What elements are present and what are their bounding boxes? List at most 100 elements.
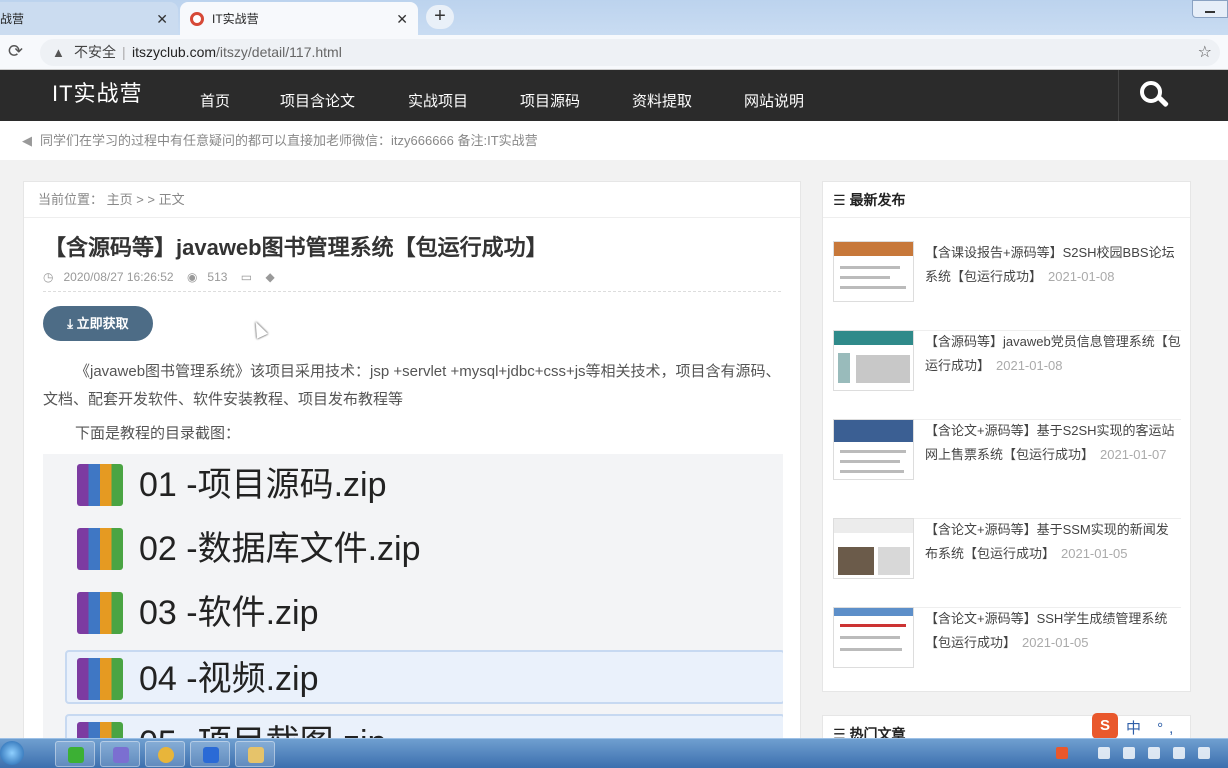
- sogou-ime-icon[interactable]: S: [1092, 713, 1118, 739]
- article-meta: ◷ 2020/08/27 16:26:52 ◉ 513 ▭ ◆: [43, 270, 781, 292]
- post-title[interactable]: 【含课设报告+源码等】S2SH校园BBS论坛系统【包运行成功】 2021-01-0…: [925, 241, 1181, 289]
- post-title[interactable]: 【含论文+源码等】基于S2SH实现的客运站网上售票系统【包运行成功】 2021-0…: [925, 419, 1181, 467]
- start-button[interactable]: [0, 741, 24, 765]
- chrome-icon: [158, 747, 174, 763]
- zip-file-name: 01 -项目源码.zip: [139, 466, 387, 504]
- url-text[interactable]: itszyclub.com/itszy/detail/117.html: [132, 39, 342, 66]
- nav-practical-projects[interactable]: 实战项目: [408, 90, 468, 111]
- app-icon: [113, 747, 129, 763]
- minimize-window-button[interactable]: [1192, 0, 1228, 18]
- close-tab-icon[interactable]: ✕: [156, 11, 168, 28]
- zip-file-row: 01 -项目源码.zip: [73, 458, 783, 512]
- notice-text: 同学们在学习的过程中有任意疑问的都可以直接加老师微信：itzy666666 备注…: [40, 133, 538, 148]
- taskbar-explorer-button[interactable]: [235, 741, 275, 767]
- url-path: /itszy/detail/117.html: [216, 44, 342, 60]
- url-separator: |: [122, 44, 126, 60]
- folder-icon[interactable]: ▭: [241, 270, 252, 284]
- zip-file-row-selected: 04 -视频.zip: [65, 650, 783, 704]
- archive-icon: [77, 658, 123, 700]
- breadcrumb: 当前位置： 主页 > > 正文: [24, 182, 800, 218]
- get-now-button[interactable]: ⤓ 立即获取: [43, 306, 153, 341]
- zip-file-name: 02 -数据库文件.zip: [139, 530, 421, 568]
- post-date: 2021-01-07: [1100, 447, 1167, 462]
- latest-posts-panel: ☰ 最新发布 【含课设报告+源码等】S2SH校园BBS论坛系统【包运行成功】 202…: [822, 181, 1191, 692]
- nav-projects-with-paper[interactable]: 项目含论文: [280, 90, 355, 111]
- nav-home[interactable]: 首页: [200, 90, 230, 111]
- article-intro: 《javaweb图书管理系统》该项目采用技术：jsp +servlet +mys…: [43, 363, 781, 408]
- archive-icon: [77, 528, 123, 570]
- post-title[interactable]: 【含论文+源码等】SSH学生成绩管理系统【包运行成功】 2021-01-05: [925, 607, 1181, 655]
- address-bar[interactable]: ▲ 不安全 | itszyclub.com/itszy/detail/117.h…: [40, 39, 1220, 66]
- toc-screenshot: 01 -项目源码.zip 02 -数据库文件.zip 03 -软件.zip 04…: [43, 454, 783, 744]
- tag-icon[interactable]: ◆: [265, 270, 274, 284]
- download-icon: ⤓: [67, 316, 74, 331]
- zip-file-row: 02 -数据库文件.zip: [73, 522, 783, 576]
- tab-title: IT实战营: [212, 12, 259, 26]
- site-navbar: IT实战营 首页 项目含论文 实战项目 项目源码 资料提取 网站说明: [0, 70, 1228, 121]
- network-flag-icon[interactable]: [1123, 747, 1135, 759]
- post-thumbnail[interactable]: [833, 518, 914, 579]
- warning-icon[interactable]: ▲: [52, 39, 65, 66]
- notice-bar: ◀ 同学们在学习的过程中有任意疑问的都可以直接加老师微信：itzy666666 备…: [0, 121, 1228, 160]
- url-host: itszyclub.com: [132, 44, 217, 60]
- latest-post-item[interactable]: 【含论文+源码等】SSH学生成绩管理系统【包运行成功】 2021-01-05: [833, 607, 1181, 697]
- nav-site-info[interactable]: 网站说明: [744, 90, 804, 111]
- sogou-tray-icon[interactable]: [1056, 747, 1068, 759]
- latest-posts-heading: ☰ 最新发布: [823, 182, 1190, 218]
- toc-intro: 下面是教程的目录截图：: [75, 425, 241, 442]
- browser-tab-active[interactable]: IT实战营 ✕: [180, 2, 418, 35]
- post-date: 2021-01-08: [996, 358, 1063, 373]
- browser-tab-inactive[interactable]: 战营 ✕: [0, 2, 178, 35]
- latest-post-item[interactable]: 【含论文+源码等】基于SSM实现的新闻发布系统【包运行成功】 2021-01-05: [833, 518, 1181, 608]
- taskbar-chrome-button[interactable]: [145, 741, 185, 767]
- latest-post-item[interactable]: 【含源码等】javaweb党员信息管理系统【包运行成功】 2021-01-08: [833, 330, 1181, 420]
- latest-post-item[interactable]: 【含课设报告+源码等】S2SH校园BBS论坛系统【包运行成功】 2021-01-0…: [833, 241, 1181, 331]
- site-favicon-icon: [190, 11, 204, 26]
- zip-file-name: 04 -视频.zip: [139, 660, 319, 698]
- taskbar-wechat-button[interactable]: [55, 741, 95, 767]
- reload-icon[interactable]: ⟳: [8, 41, 23, 62]
- site-logo[interactable]: IT实战营: [52, 76, 143, 108]
- post-thumbnail[interactable]: [833, 330, 914, 391]
- post-date: 2021-01-05: [1022, 635, 1089, 650]
- post-title[interactable]: 【含源码等】javaweb党员信息管理系统【包运行成功】 2021-01-08: [925, 330, 1181, 378]
- post-title[interactable]: 【含论文+源码等】基于SSM实现的新闻发布系统【包运行成功】 2021-01-05: [925, 518, 1181, 566]
- bookmark-star-icon[interactable]: ☆: [1198, 39, 1212, 66]
- eye-icon: ◉: [186, 270, 198, 284]
- close-tab-icon[interactable]: ✕: [396, 11, 408, 28]
- latest-posts-title: 最新发布: [849, 192, 906, 208]
- article-panel: 当前位置： 主页 > > 正文 【含源码等】javaweb图书管理系统【包运行成…: [23, 181, 801, 751]
- post-thumbnail[interactable]: [833, 241, 914, 302]
- insecure-label[interactable]: 不安全: [74, 39, 116, 66]
- keyboard-icon[interactable]: [1198, 747, 1210, 759]
- ime-mode-label[interactable]: 中 °,: [1126, 717, 1179, 738]
- post-title-text: 【含论文+源码等】基于SSM实现的新闻发布系统【包运行成功】: [925, 522, 1169, 561]
- search-icon[interactable]: [1138, 79, 1170, 111]
- zip-file-row: 03 -软件.zip: [73, 586, 783, 640]
- article-datetime: 2020/08/27 16:26:52: [63, 270, 174, 284]
- nav-project-source[interactable]: 项目源码: [520, 90, 580, 111]
- nav-resource-extract[interactable]: 资料提取: [632, 90, 692, 111]
- address-toolbar: ⟳ ▲ 不安全 | itszyclub.com/itszy/detail/117…: [0, 35, 1228, 70]
- list-icon: ☰: [833, 192, 846, 208]
- tray-arrow-icon[interactable]: [1098, 747, 1110, 759]
- clock-icon: ◷: [43, 270, 54, 284]
- volume-icon[interactable]: [1173, 747, 1185, 759]
- tray-app-icon[interactable]: [1148, 747, 1160, 759]
- tab-title: 战营: [0, 12, 25, 26]
- taskbar-app-button[interactable]: [190, 741, 230, 767]
- archive-icon: [77, 592, 123, 634]
- new-tab-button[interactable]: +: [426, 5, 454, 29]
- windows-taskbar: [0, 738, 1228, 768]
- app-icon: [203, 747, 219, 763]
- taskbar-app-button[interactable]: [100, 741, 140, 767]
- post-thumbnail[interactable]: [833, 607, 914, 668]
- ime-toolbar[interactable]: S 中 °,: [1090, 712, 1228, 740]
- latest-post-item[interactable]: 【含论文+源码等】基于S2SH实现的客运站网上售票系统【包运行成功】 2021-0…: [833, 419, 1181, 519]
- post-thumbnail[interactable]: [833, 419, 914, 480]
- wechat-icon: [68, 747, 84, 763]
- post-date: 2021-01-05: [1061, 546, 1128, 561]
- archive-icon: [77, 464, 123, 506]
- system-tray: [1048, 739, 1228, 768]
- zip-file-name: 03 -软件.zip: [139, 594, 319, 632]
